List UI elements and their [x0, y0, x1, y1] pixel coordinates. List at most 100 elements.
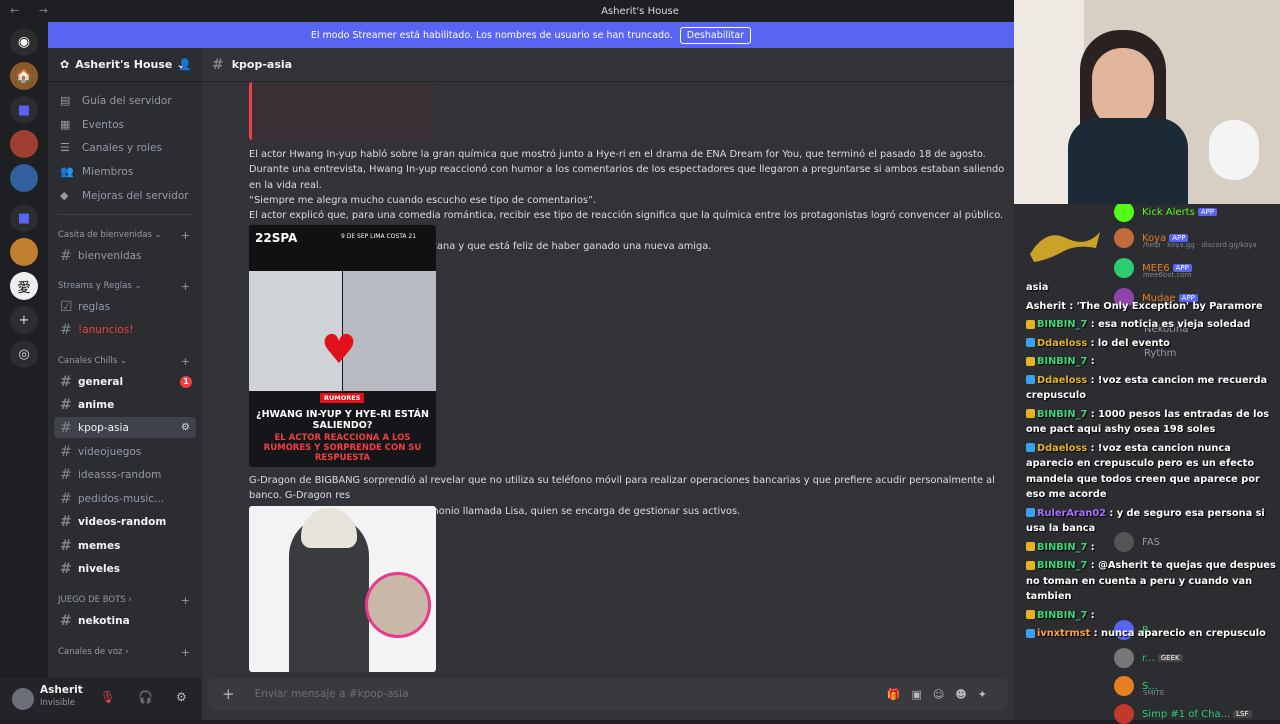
member-tag: GEEK	[1157, 654, 1183, 662]
disable-streamer-button[interactable]: Deshabilitar	[679, 26, 752, 44]
composer-tools-icon[interactable]: 🎁▣☺☻✦	[887, 688, 998, 701]
nav-arrows-icon[interactable]: ← →	[10, 4, 56, 17]
channel-general[interactable]: # general 1	[54, 371, 196, 392]
headphones-icon[interactable]: 🎧	[138, 690, 153, 704]
news-poster-image[interactable]: 22SPA 9 DE SEP LIMA COSTA 21 ♥ RUMORES ¿…	[249, 225, 436, 467]
folder-icon[interactable]: ■	[10, 96, 38, 124]
server-icon[interactable]: 愛	[10, 272, 38, 300]
add-channel-icon[interactable]: +	[181, 229, 190, 242]
member-tag: LSF	[1233, 710, 1252, 718]
discord-home-icon[interactable]: ◉	[10, 28, 38, 56]
chat-line: Ddaeloss : !voz esta cancion me recuerda…	[1026, 373, 1276, 404]
channel-anime[interactable]: # anime	[54, 394, 196, 415]
members-icon: 👥	[60, 165, 74, 178]
add-channel-icon[interactable]: +	[181, 355, 190, 368]
channel-label: reglas	[78, 300, 111, 313]
discover-icon[interactable]: ◎	[10, 340, 38, 368]
channel-pedidos[interactable]: # pedidos-music...	[54, 488, 196, 509]
nav-label: Eventos	[82, 118, 124, 131]
server-header[interactable]: ✿ Asherit's House ⌄ 👤	[48, 48, 202, 82]
member-item[interactable]: MEE6 APP mee6bot.com	[1114, 258, 1192, 279]
channel-kpop-asia[interactable]: # kpop-asia ⚙	[54, 417, 196, 438]
hash-icon: #	[60, 466, 72, 483]
message-line: “Siempre me alegra mucho cuando escucho …	[249, 194, 597, 206]
chat-user: BINBIN_7	[1037, 560, 1088, 571]
nav-members[interactable]: 👥 Miembros	[60, 165, 133, 178]
member-item[interactable]: Simp #1 of Cha... LSF	[1114, 704, 1252, 724]
nav-channels-roles[interactable]: ☰ Canales y roles	[60, 141, 162, 154]
channel-label: videojuegos	[78, 445, 142, 458]
avatar	[1114, 676, 1134, 696]
nav-events[interactable]: ▦ Eventos	[60, 118, 124, 131]
chat-line: BINBIN_7 : 1000 pesos las entradas de lo…	[1026, 407, 1276, 438]
channel-label: niveles	[78, 562, 121, 575]
channel-nekotina[interactable]: # nekotina	[54, 610, 196, 631]
message-composer[interactable]: + Enviar mensaje a #kpop-asia 🎁▣☺☻✦	[208, 678, 1008, 710]
hash-icon: #	[60, 396, 72, 413]
category-header[interactable]: Streams y Reglas ⌄ +	[58, 280, 190, 293]
mute-mic-icon[interactable]: 🎙	[100, 690, 115, 704]
embed-image[interactable]	[249, 82, 435, 140]
category-header[interactable]: Canales de voz › +	[58, 646, 190, 659]
user-panel: Asherit Invisible 🎙 🎧 ⚙	[0, 678, 202, 720]
hash-icon: #	[60, 513, 72, 530]
server-icon[interactable]	[10, 238, 38, 266]
server-icon-asherits-house[interactable]: 🏠	[10, 62, 38, 90]
add-channel-icon[interactable]: +	[181, 594, 190, 607]
badge-icon	[1026, 560, 1035, 570]
attach-plus-icon[interactable]: +	[222, 685, 235, 703]
chat-line: Asherit : 'The Only Exception' by Paramo…	[1026, 299, 1276, 315]
gear-icon[interactable]: ⚙	[176, 690, 187, 704]
category-header[interactable]: Canales Chills ⌄ +	[58, 355, 190, 368]
nav-label: Canales y roles	[82, 141, 162, 154]
chat-text: : nunca aparecio en crepusculo	[1093, 628, 1266, 639]
server-icon[interactable]	[10, 164, 38, 192]
chat-line: asia	[1026, 280, 1276, 296]
poster-brand: 22SPA	[255, 231, 298, 245]
avatar[interactable]	[12, 688, 34, 710]
member-item[interactable]: r... GEEK	[1114, 648, 1183, 668]
add-channel-icon[interactable]: +	[181, 280, 190, 293]
member-item[interactable]: Koya APP/help · koya.gg · discord.gg/koya	[1114, 228, 1257, 249]
server-icon[interactable]	[10, 130, 38, 158]
hash-icon: #	[60, 490, 72, 507]
channel-reglas[interactable]: ☑ reglas	[54, 296, 196, 317]
composer-placeholder: Enviar mensaje a #kpop-asia	[254, 688, 409, 700]
message-line: G-Dragon de BIGBANG sorprendió al revela…	[249, 475, 995, 502]
webcam-overlay	[1014, 0, 1280, 204]
member-item[interactable]: Kick Alerts APP	[1114, 202, 1218, 222]
channel-bienvenidas[interactable]: # bienvenidas	[54, 245, 196, 266]
channel-label: videos-random	[78, 515, 167, 528]
chat-line: BINBIN_7 : esa noticia es vieja soledad	[1026, 317, 1276, 333]
boost-icon: ◆	[60, 189, 69, 202]
gdragon-image[interactable]	[249, 506, 436, 672]
channel-anuncios[interactable]: # !anuncios!	[54, 319, 196, 340]
add-server-icon[interactable]: +	[10, 306, 38, 334]
channel-memes[interactable]: # memes	[54, 535, 196, 556]
category-header[interactable]: Casita de bienvenidas ⌄ +	[58, 229, 190, 242]
photo-right	[343, 271, 436, 391]
chat-text: : lo del evento	[1090, 337, 1170, 349]
folder-icon[interactable]: ■	[10, 204, 38, 232]
channel-videojuegos[interactable]: # videojuegos	[54, 441, 196, 462]
add-channel-icon[interactable]: +	[181, 646, 190, 659]
invite-icon[interactable]: 👤	[178, 58, 192, 71]
divider	[58, 214, 192, 215]
category-label: Casita de bienvenidas	[58, 230, 152, 240]
nav-boosts[interactable]: ◆ Mejoras del servidor	[60, 189, 189, 202]
category-header[interactable]: JUEGO DE BOTS › +	[58, 594, 190, 607]
chat-line: Ddaeloss : !voz esta cancion nunca apare…	[1026, 441, 1276, 503]
channel-niveles[interactable]: # niveles	[54, 558, 196, 579]
dragon-emote-image	[1026, 208, 1104, 268]
channel-ideas[interactable]: # ideasss-random	[54, 464, 196, 485]
member-item[interactable]: S... SMITE	[1114, 676, 1164, 697]
channel-settings-icon[interactable]: ⚙	[181, 422, 190, 433]
face-shape	[1092, 48, 1154, 128]
heart-icon: ♥	[321, 327, 357, 373]
nav-server-guide[interactable]: ▤ Guía del servidor	[60, 94, 172, 107]
channel-title: kpop-asia	[231, 58, 293, 71]
nav-label: Guía del servidor	[82, 94, 172, 107]
channel-label: pedidos-music...	[78, 492, 165, 505]
channel-videos[interactable]: # videos-random	[54, 511, 196, 532]
badge-icon	[1026, 409, 1035, 418]
